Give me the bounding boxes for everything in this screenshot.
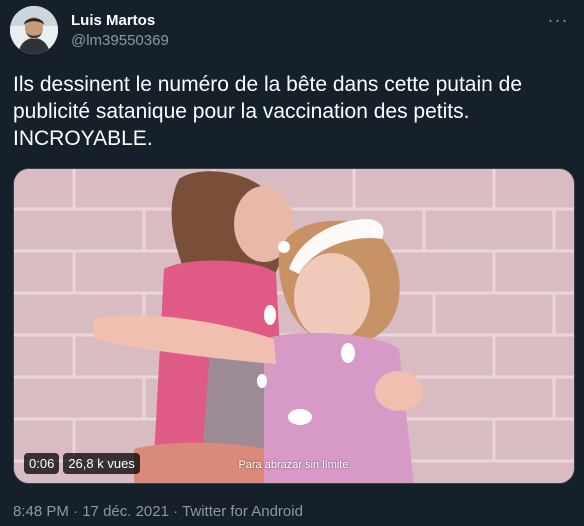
avatar-image <box>10 6 58 54</box>
meta-separator: · <box>168 503 183 520</box>
video-player[interactable]: Para abrazar sin límite. 0:06 26,8 k vue… <box>13 168 575 484</box>
video-badges: 0:06 26,8 k vues <box>24 453 140 474</box>
tweet-source-link[interactable]: Twitter for Android <box>182 503 303 520</box>
video-duration: 0:06 <box>24 453 60 474</box>
tweet-text: Ils dessinent le numéro de la bête dans … <box>13 73 523 150</box>
author-handle[interactable]: @lm39550369 <box>71 32 169 49</box>
meta-separator: · <box>68 503 83 520</box>
tweet-time-link[interactable]: 8:48 PM <box>13 503 69 520</box>
tweet-date-link[interactable]: 17 déc. 2021 <box>82 503 169 520</box>
tweet-card: Luis Martos @lm39550369 ··· Ils dessinen… <box>0 0 584 526</box>
video-frame <box>14 169 574 483</box>
more-dots-icon[interactable]: ··· <box>544 10 572 30</box>
author-name[interactable]: Luis Martos <box>71 12 155 29</box>
tweet-meta: 8:48 PM · 17 déc. 2021 · Twitter for And… <box>13 503 303 520</box>
video-view-count: 26,8 k vues <box>63 453 140 474</box>
avatar[interactable] <box>10 6 58 54</box>
